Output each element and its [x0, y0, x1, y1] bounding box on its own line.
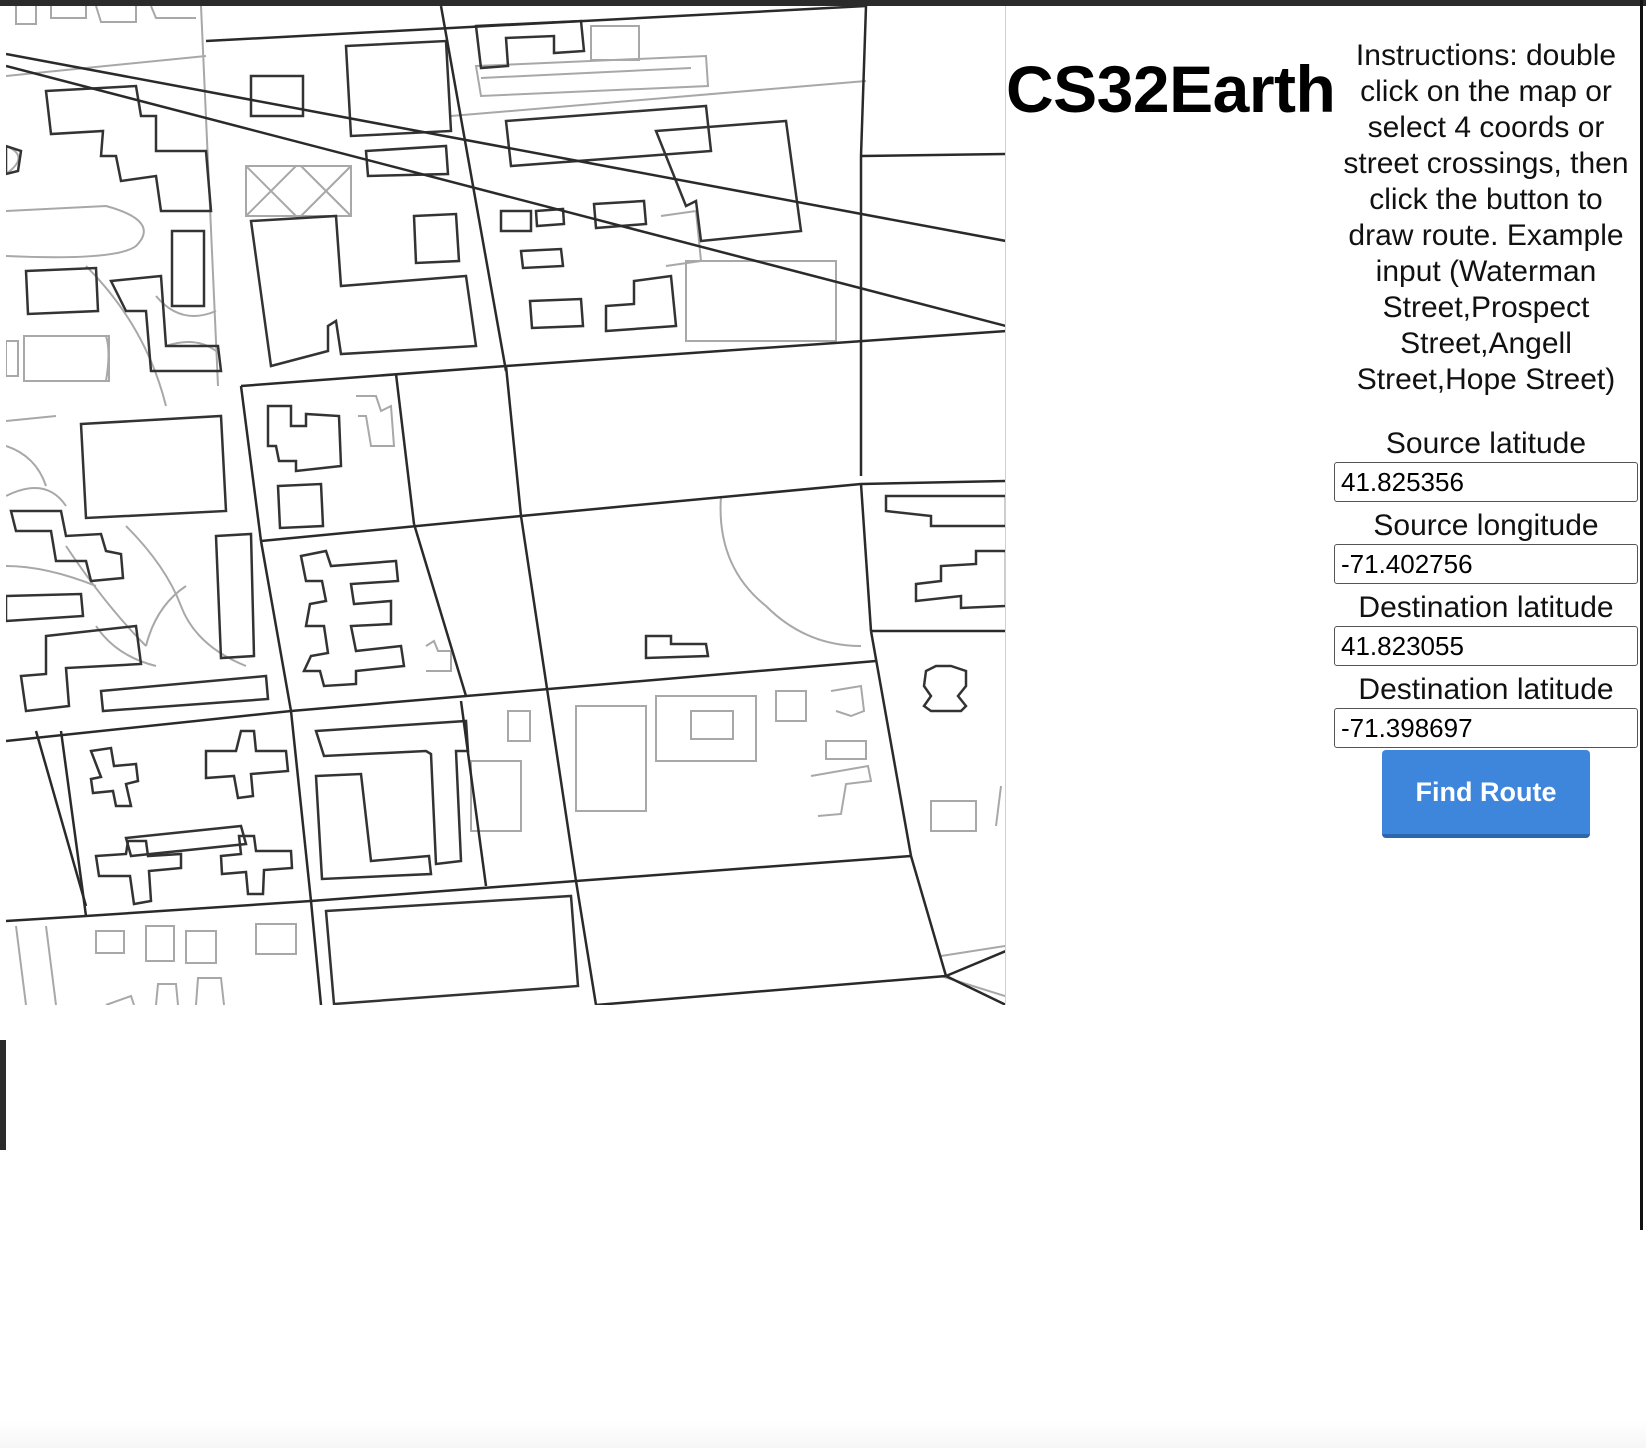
map-border: [1005, 6, 1006, 1005]
left-edge-mark: [0, 1040, 6, 1150]
app-title: CS32Earth: [1006, 52, 1336, 126]
source-latitude-input[interactable]: [1334, 462, 1638, 502]
destination-longitude-input[interactable]: [1334, 708, 1638, 748]
source-latitude-group: Source latitude: [1334, 426, 1638, 502]
destination-latitude-input[interactable]: [1334, 626, 1638, 666]
instructions-text: Instructions: double click on the map or…: [1343, 39, 1629, 396]
map-buildings: [6, 19, 1005, 1005]
map-canvas[interactable]: [6, 6, 1005, 1005]
right-edge-line: [1640, 0, 1643, 1230]
destination-latitude-label: Destination latitude: [1358, 591, 1614, 624]
source-latitude-label: Source latitude: [1385, 427, 1587, 460]
source-longitude-label: Source longitude: [1373, 509, 1599, 542]
street-map[interactable]: [6, 6, 1005, 1005]
find-route-button[interactable]: Find Route: [1382, 750, 1590, 838]
bottom-fade: [0, 1420, 1646, 1448]
source-longitude-input[interactable]: [1334, 544, 1638, 584]
route-form-panel: Instructions: double click on the map or…: [1334, 38, 1638, 838]
destination-longitude-label: Destination latitude: [1358, 673, 1614, 706]
source-longitude-group: Source longitude: [1334, 508, 1638, 584]
destination-longitude-group: Destination latitude: [1334, 672, 1638, 748]
destination-latitude-group: Destination latitude: [1334, 590, 1638, 666]
